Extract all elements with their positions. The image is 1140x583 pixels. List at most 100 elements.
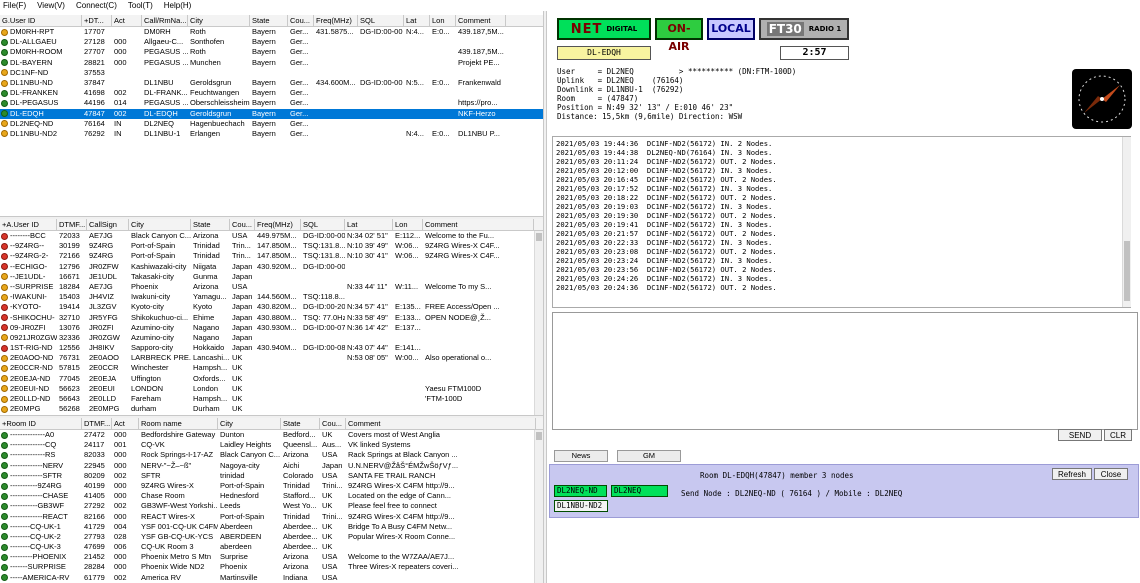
table-row[interactable]: --------CQ-UK-1 41729 004 YSF 001-CQ-UK C4F… — [0, 522, 543, 532]
table-row[interactable]: 0921JR0ZGW 32336 JR0ZGW Azumino-city Nagano J… — [0, 333, 543, 343]
menu-file[interactable]: File(F) — [3, 1, 26, 10]
table-row[interactable]: DL2NEQ-ND 76164 IN DL2NEQ Hagenbuechach Bayer… — [0, 119, 543, 129]
table-row[interactable]: --JE1UDL- 16671 JE1UDL Takasaki-city Gunma Ja… — [0, 272, 543, 282]
all-users-scrollbar[interactable] — [534, 231, 543, 415]
table-row[interactable]: --9Z4RG-- 30199 9Z4RG Port-of-Spain Trinidad… — [0, 241, 543, 251]
table-row[interactable]: --------CQ-UK-2 27793 028 YSF GB-CQ-UK-YCS A… — [0, 532, 543, 542]
table-cell: DC1NF-ND — [0, 68, 82, 78]
table-row[interactable]: 2E0AOO-ND 76731 2E0AOO LARBRECK PRE... Lanca… — [0, 353, 543, 363]
news-button[interactable]: News — [554, 450, 608, 462]
table-row[interactable]: --------------A0 27472 000 Bedfordshire Gat… — [0, 430, 543, 440]
column-header[interactable]: State — [281, 418, 320, 429]
clear-button[interactable]: CLR — [1104, 429, 1132, 441]
table-row[interactable]: -----------9Z4RG 40199 000 9Z4RG Wires-X Por… — [0, 481, 543, 491]
message-input[interactable] — [552, 312, 1138, 430]
scroll-thumb[interactable] — [536, 233, 542, 241]
close-button[interactable]: Close — [1094, 468, 1128, 480]
table-row[interactable]: DL1NBU-ND2 76292 IN DL1NBU-1 Erlangen Bayern G… — [0, 129, 543, 139]
table-row[interactable]: DM0RH-RPT 17707 DM0RH Roth Bayern Ger... 431.5… — [0, 27, 543, 37]
column-header[interactable]: +Room ID — [0, 418, 82, 429]
column-header[interactable]: Act — [112, 418, 139, 429]
column-header[interactable]: Cou... — [288, 15, 314, 26]
table-row-selected[interactable]: DL-EDQH 47847 002 DL-EDQH Geroldsgrun Bayern G… — [0, 108, 543, 119]
column-header[interactable]: City — [218, 418, 281, 429]
table-cell: Japan — [232, 312, 253, 322]
table-row[interactable]: DL1NBU-ND 37847 DL1NBU Geroldsgrun Bayern Ger… — [0, 78, 543, 88]
column-header[interactable]: Lat — [404, 15, 430, 26]
column-header[interactable]: SQL — [358, 15, 404, 26]
menu-view[interactable]: View(V) — [37, 1, 65, 10]
table-row[interactable]: DL-BAYERN 28821 000 PEGASUS ... Munchen Bayer… — [0, 58, 543, 68]
table-row[interactable]: -------SURPRISE 28284 000 Phoenix Wide ND2 P… — [0, 562, 543, 572]
table-row[interactable]: -------------REACT 82166 000 REACT Wires-X P… — [0, 512, 543, 522]
table-row[interactable]: --SURPRISE 18284 AE7JG Phoenix Arizona USA N:3… — [0, 282, 543, 292]
column-header[interactable]: DTMF... — [57, 219, 87, 230]
column-header[interactable]: Lon — [393, 219, 423, 230]
table-row[interactable]: -----------GB3WF 27292 002 GB3WF-West Yorks… — [0, 501, 543, 511]
table-row[interactable]: --------CQ-UK-3 47699 006 CQ-UK Room 3 aberd… — [0, 542, 543, 552]
table-row[interactable]: 2E0CCR-ND 57815 2E0CCR Winchester Hampsh... U… — [0, 363, 543, 373]
column-header[interactable]: Freq(MHz) — [314, 15, 358, 26]
column-header[interactable]: Comment — [456, 15, 506, 26]
column-header[interactable]: +DT... — [82, 15, 112, 26]
refresh-button[interactable]: Refresh — [1052, 468, 1092, 480]
column-header[interactable]: CallSign — [87, 219, 129, 230]
column-header[interactable]: G.User ID — [0, 15, 82, 26]
column-header[interactable]: City — [188, 15, 250, 26]
table-row[interactable]: 09-JR0ZFI 13076 JR0ZFI Azumino-city Nagano Ja… — [0, 323, 543, 333]
column-header[interactable]: Act — [112, 15, 142, 26]
member-node-dl2neq[interactable]: DL2NEQ — [611, 485, 668, 497]
column-header[interactable]: +A.User ID — [0, 219, 57, 230]
column-header[interactable]: Lat — [345, 219, 393, 230]
menu-tool[interactable]: Tool(T) — [128, 1, 153, 10]
column-header[interactable]: State — [191, 219, 230, 230]
table-row[interactable]: --9Z4RG-2- 72166 9Z4RG Port-of-Spain Trinida… — [0, 251, 543, 261]
column-header[interactable]: Call/RmNa... — [142, 15, 188, 26]
table-row[interactable]: 2E0LLD-ND 56643 2E0LLD Fareham Hampsh... UK 'F… — [0, 394, 543, 404]
vertical-splitter[interactable] — [543, 11, 547, 583]
column-header[interactable]: SQL — [301, 219, 345, 230]
table-row[interactable]: --ECHIGO- 12796 JR0ZFW Kashiwazaki-city Niig… — [0, 262, 543, 272]
column-header[interactable]: Lon — [430, 15, 456, 26]
table-row[interactable]: -IWAKUNI- 15403 JH4VIZ Iwakuni-city Yamagu..… — [0, 292, 543, 302]
log-scrollbar[interactable] — [1122, 137, 1131, 307]
table-row[interactable]: DL-FRANKEN 41698 002 DL-FRANK... Feuchtwange… — [0, 88, 543, 98]
column-header[interactable]: DTMF... — [82, 418, 112, 429]
column-header[interactable]: Comment — [423, 219, 534, 230]
send-button[interactable]: SEND — [1058, 429, 1102, 441]
table-row[interactable]: ---------PHOENIX 21452 000 Phoenix Metro S … — [0, 552, 543, 562]
table-row[interactable]: DM0RH-ROOM 27707 000 PEGASUS ... Roth Bayern G… — [0, 47, 543, 57]
table-row[interactable]: --------------CQ 24117 001 CQ-VK Laidley Hei… — [0, 440, 543, 450]
column-header[interactable]: City — [129, 219, 191, 230]
table-row[interactable]: -------------SFTR 80209 002 SFTR trinidad Col… — [0, 471, 543, 481]
menu-help[interactable]: Help(H) — [164, 1, 192, 10]
column-header[interactable]: State — [250, 15, 288, 26]
table-row[interactable]: DC1NF-ND 37553 — [0, 68, 543, 78]
table-row[interactable]: 2E0EJA-ND 77045 2E0EJA Uffington Oxfords... U… — [0, 374, 543, 384]
column-header[interactable]: Cou... — [230, 219, 255, 230]
menu-connect[interactable]: Connect(C) — [76, 1, 117, 10]
table-row[interactable]: 2E0EUI-ND 56623 2E0EUI LONDON London UK Yaesu … — [0, 384, 543, 394]
table-row[interactable]: -KYOTO- 19414 JL3ZGV Kyoto-city Kyoto Japan 43… — [0, 302, 543, 312]
table-row[interactable]: -------------NERV 22945 000 NERV-"~Ž–~ß" Nag… — [0, 461, 543, 471]
table-row[interactable]: 2E0MPG 56268 2E0MPG durham Durham UK — [0, 404, 543, 414]
scroll-thumb[interactable] — [536, 432, 542, 440]
column-header[interactable]: Comment — [346, 418, 536, 429]
table-row[interactable]: DL-PEGASUS 44196 014 PEGASUS ... Oberschleis… — [0, 98, 543, 108]
column-header[interactable]: Cou... — [320, 418, 346, 429]
table-row[interactable]: -----AMERICA-RV 61779 002 America RV Martins… — [0, 573, 543, 583]
room-list-scrollbar[interactable] — [534, 430, 543, 583]
table-row[interactable]: 1ST-RIG-ND 12556 JH8IKV Sapporo-city Hokkaid… — [0, 343, 543, 353]
table-row[interactable]: -------------CHASE 41405 000 Chase Room Hedn… — [0, 491, 543, 501]
member-node-dl2neq-nd[interactable]: DL2NEQ-ND — [554, 485, 607, 497]
scroll-thumb[interactable] — [1124, 241, 1130, 301]
column-header[interactable]: Room name — [139, 418, 218, 429]
table-row[interactable]: DL-ALLGAEU 27128 000 Allgaeu-C... Sonthofen B… — [0, 37, 543, 47]
table-row[interactable]: -SHIKOCHU- 32710 JR5YFG Shikokuchuo-ci... Eh… — [0, 313, 543, 323]
log-line: 2021/05/03 20:21:57 DC1NF-ND2(56172) OUT… — [556, 229, 777, 238]
gm-button[interactable]: GM — [617, 450, 681, 462]
table-row[interactable]: --------BCC 72033 AE7JG Black Canyon C... Ar… — [0, 231, 543, 241]
table-row[interactable]: --------------RS 82033 000 Rock Springs-I-1… — [0, 450, 543, 460]
member-node-dl1nbu-nd2[interactable]: DL1NBU-ND2 — [554, 500, 608, 512]
column-header[interactable]: Freq(MHz) — [255, 219, 301, 230]
